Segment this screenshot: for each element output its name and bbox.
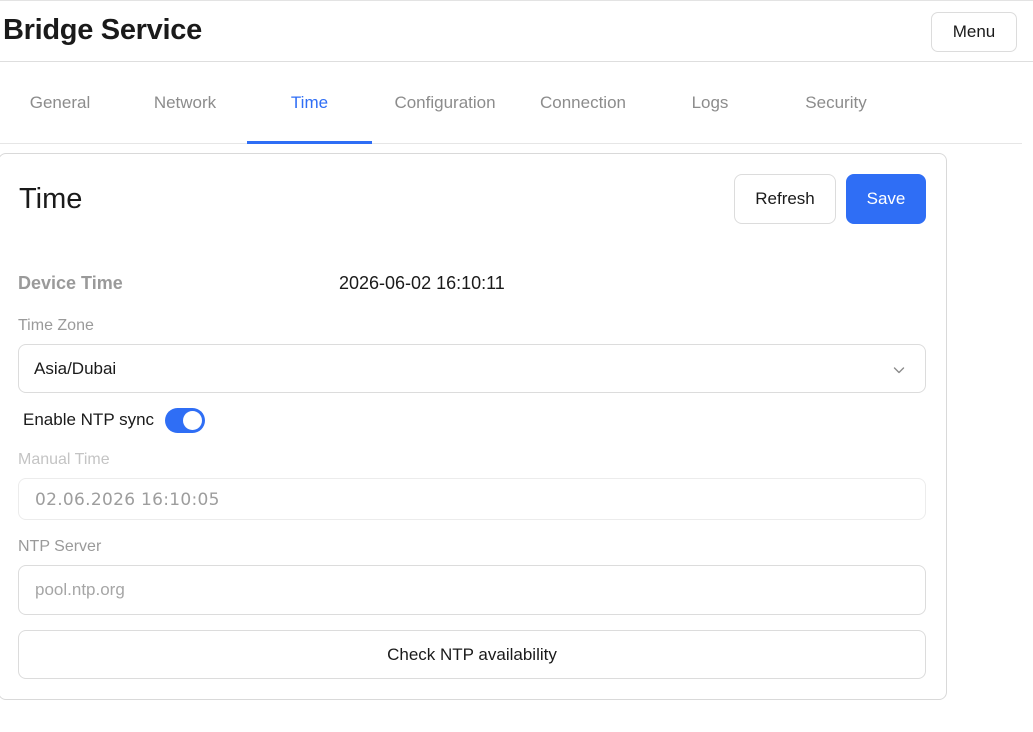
check-ntp-button[interactable]: Check NTP availability (18, 630, 926, 679)
tab-time[interactable]: Time (247, 62, 372, 144)
chevron-down-icon (893, 367, 905, 374)
menu-button[interactable]: Menu (931, 12, 1017, 52)
ntp-sync-toggle[interactable] (165, 408, 205, 433)
tab-connection[interactable]: Connection (520, 62, 646, 144)
tab-security[interactable]: Security (774, 62, 898, 144)
ntp-server-placeholder: pool.ntp.org (35, 580, 125, 599)
ntp-sync-label: Enable NTP sync (23, 410, 155, 429)
panel-title: Time (19, 183, 83, 215)
save-button[interactable]: Save (846, 174, 926, 224)
manual-time-label: Manual Time (18, 451, 110, 468)
time-zone-select[interactable]: Asia/Dubai (18, 344, 926, 393)
tab-configuration[interactable]: Configuration (380, 62, 510, 144)
tab-bar: General Network Time Configuration Conne… (0, 62, 1022, 144)
manual-time-input[interactable]: 02.06.2026 16:10:05 (18, 478, 926, 520)
ntp-server-input[interactable]: pool.ntp.org (18, 565, 926, 615)
tab-logs[interactable]: Logs (650, 62, 770, 144)
tab-network[interactable]: Network (124, 62, 246, 144)
time-zone-value: Asia/Dubai (34, 359, 117, 378)
app-header: Bridge Service Menu (0, 0, 1033, 62)
app-title: Bridge Service (3, 14, 202, 46)
device-time-value: 2026-06-02 16:10:11 (339, 273, 505, 293)
active-tab-indicator (247, 141, 372, 144)
toggle-knob (183, 411, 202, 430)
device-time-label: Device Time (18, 273, 123, 293)
time-zone-label: Time Zone (18, 317, 94, 334)
ntp-server-label: NTP Server (18, 538, 102, 555)
manual-time-value: 02.06.2026 16:10:05 (35, 490, 220, 510)
refresh-button[interactable]: Refresh (734, 174, 836, 224)
tab-general[interactable]: General (0, 62, 120, 144)
